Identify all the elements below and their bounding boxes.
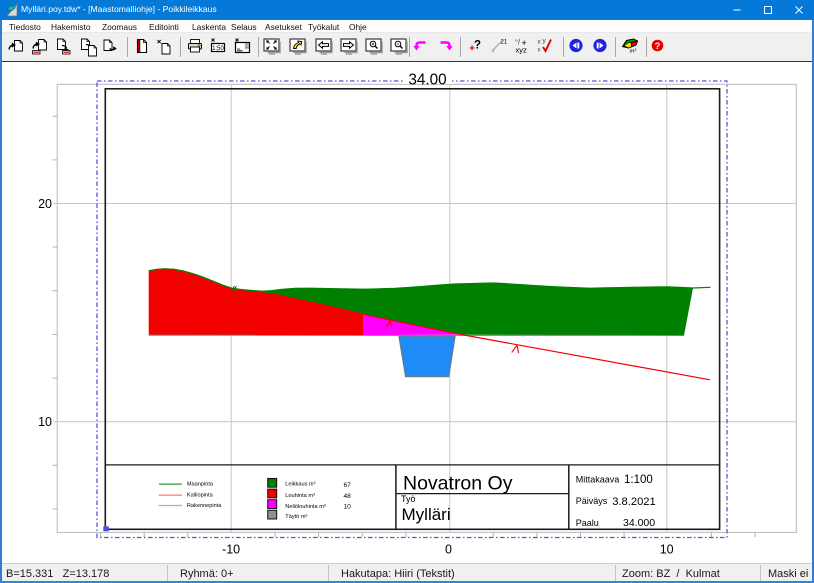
svg-text:1:50: 1:50 [212,46,224,52]
svg-text:Maanpinta: Maanpinta [187,482,214,488]
svg-text:10: 10 [660,542,674,556]
svg-text:-10: -10 [222,542,240,556]
svg-text:m²: m² [629,48,637,55]
svg-text:34.00: 34.00 [408,71,446,88]
svg-text:10: 10 [38,415,52,429]
svg-text:48: 48 [344,493,352,500]
svg-text:20: 20 [38,197,52,211]
svg-text:3.8.2021: 3.8.2021 [612,496,656,508]
svg-text:1:100: 1:100 [624,474,653,486]
svg-text:Työ: Työ [401,494,416,504]
svg-text:Novatron Oy: Novatron Oy [403,473,513,495]
svg-text:?: ? [655,41,661,52]
svg-text:x: x [538,39,542,46]
svg-text:y: y [543,38,547,45]
svg-text:x: x [538,48,541,54]
svg-text:0: 0 [445,542,452,556]
svg-text:Leikkaus m³: Leikkaus m³ [285,482,315,488]
svg-text:xyz: xyz [516,46,528,55]
svg-text:Louhinta m³: Louhinta m³ [285,493,315,499]
svg-text:Kalliopinta: Kalliopinta [187,492,214,498]
svg-text:?: ? [473,40,480,52]
svg-text:Päiväys: Päiväys [576,496,608,506]
svg-text:Neliölouhinta m³: Neliölouhinta m³ [285,504,326,510]
svg-text:Paalu: Paalu [576,518,599,528]
svg-text:67: 67 [344,482,352,489]
svg-text:Täytö m³: Täytö m³ [285,514,307,520]
svg-text:Rakennepinta: Rakennepinta [187,503,222,509]
svg-text:34.000: 34.000 [623,517,655,529]
svg-text:Mylläri: Mylläri [402,505,451,524]
svg-text:10: 10 [344,504,352,511]
svg-text:21: 21 [501,40,508,46]
svg-text:Mittakaava: Mittakaava [576,475,620,485]
